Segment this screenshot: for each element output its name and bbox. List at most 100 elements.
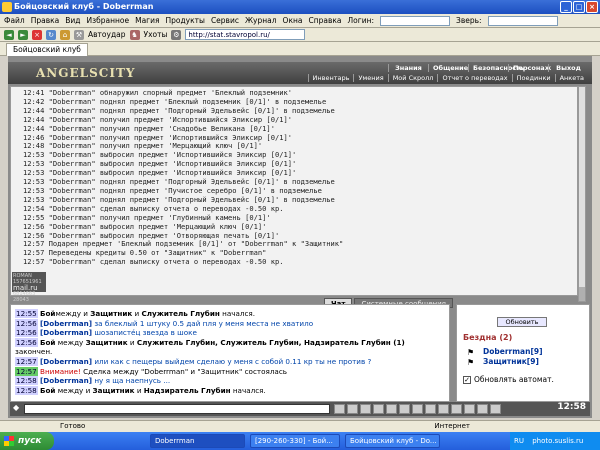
- status-text: Готово: [60, 422, 86, 430]
- nav-exit[interactable]: Выход: [548, 64, 588, 72]
- refresh-icon[interactable]: ↻: [46, 29, 56, 40]
- nav-knowledge[interactable]: Знания: [388, 64, 428, 72]
- nav-my-scroll[interactable]: Мой Скролл: [387, 74, 438, 82]
- chat-nick[interactable]: [Doberrman]: [40, 328, 92, 337]
- menu-edit[interactable]: Правка: [31, 16, 60, 25]
- chat-time[interactable]: 12:58: [15, 376, 38, 386]
- taskbar-item[interactable]: [290-260-330] - Бой...: [250, 434, 340, 448]
- chat-text: между и: [55, 385, 93, 395]
- chat-text: Бой: [40, 385, 56, 395]
- menu-favorites[interactable]: Избранное: [87, 16, 130, 25]
- nav-skills[interactable]: Умения: [353, 74, 387, 82]
- window-title: Бойцовский клуб - Doberrman: [14, 2, 154, 11]
- language-indicator[interactable]: RU: [514, 437, 524, 445]
- beast-input[interactable]: [487, 15, 558, 26]
- nav-character[interactable]: Персонаж: [508, 64, 551, 72]
- person-icon[interactable]: [399, 404, 410, 414]
- scroll-thumb[interactable]: [579, 287, 585, 301]
- chat-text: Служитель Глубин: [141, 309, 220, 318]
- maximize-button[interactable]: □: [573, 1, 585, 13]
- taskbar-item[interactable]: Бойцовский клуб - Do...: [345, 434, 440, 448]
- chat-time[interactable]: 12:57: [15, 356, 38, 366]
- chat-text: за блеклый 1 штуку 0.5 дай пля у меня ме…: [92, 318, 314, 328]
- counter-badges: ROMAN 157651961 mail.ru 6814663 28043: [12, 272, 46, 303]
- chat-nick[interactable]: [Doberrman]: [40, 376, 92, 385]
- login-input[interactable]: [380, 15, 451, 26]
- tab-fight-club[interactable]: Бойцовский клуб: [6, 43, 88, 56]
- nav-profile[interactable]: Анкета: [554, 74, 588, 82]
- menu-products[interactable]: Продукты: [166, 16, 205, 25]
- counter-line: 28043: [13, 297, 29, 303]
- nav-top: Знания Общение Безопасность Персонаж Вых…: [388, 64, 588, 72]
- settings-icon[interactable]: ⚙: [171, 29, 182, 40]
- nav-inventory[interactable]: Инвентарь: [307, 74, 354, 82]
- menu-service[interactable]: Сервис: [211, 16, 239, 25]
- tab-bar: Бойцовский клуб: [0, 42, 600, 56]
- send-icon[interactable]: [334, 404, 345, 414]
- chat-message: 12:55 Боймежду и Защитник и Служитель Гл…: [15, 309, 447, 319]
- nav-security[interactable]: Безопасность: [468, 64, 524, 72]
- person-icon[interactable]: [412, 404, 423, 414]
- forward-icon[interactable]: ►: [18, 29, 28, 40]
- autoudar-button[interactable]: Автоудар: [88, 30, 126, 39]
- system-tray: RU photo.suslis.ru: [510, 432, 600, 450]
- chat-time[interactable]: 12:58: [15, 385, 38, 395]
- menu-windows[interactable]: Окна: [283, 16, 303, 25]
- stop-icon[interactable]: ×: [32, 29, 42, 40]
- taskbar-item[interactable]: Doberrman: [150, 434, 245, 448]
- auto-refresh[interactable]: ✓ Обновлять автомат.: [463, 375, 554, 384]
- chat-nick[interactable]: [Doberrman]: [40, 319, 92, 328]
- clan-icon: ⚑: [467, 358, 475, 367]
- chat-time[interactable]: 12:56: [15, 318, 38, 328]
- menu-magic[interactable]: Магия: [135, 16, 159, 25]
- hand-icon[interactable]: [477, 404, 488, 414]
- status-bar: Готово Интернет: [0, 420, 600, 432]
- speaker-icon[interactable]: ◆: [13, 403, 19, 412]
- help-icon[interactable]: [490, 404, 501, 414]
- log-scrollbar[interactable]: [578, 86, 586, 302]
- chat-text: начался.: [230, 385, 266, 395]
- close-button[interactable]: ×: [586, 1, 598, 13]
- chat-text: Защитник: [92, 385, 135, 395]
- start-button[interactable]: пуск: [0, 432, 54, 450]
- menu-journal[interactable]: Журнал: [245, 16, 277, 25]
- sword-icon[interactable]: [425, 404, 436, 414]
- nav-bottom: Инвентарь Умения Мой Скролл Отчет о пере…: [307, 74, 588, 82]
- menu-view[interactable]: Вид: [65, 16, 80, 25]
- back-icon[interactable]: ◄: [4, 29, 14, 40]
- chat-time[interactable]: 12:55: [15, 309, 38, 318]
- nav-communication[interactable]: Общение: [428, 64, 468, 72]
- uxoty-button[interactable]: Ухоты: [144, 30, 168, 39]
- chat-input[interactable]: [24, 404, 330, 414]
- clear-icon[interactable]: [347, 404, 358, 414]
- chat-time[interactable]: 12:57: [15, 366, 38, 376]
- chat-message: 12:56 Бой между Защитник и Служитель Глу…: [15, 337, 447, 348]
- smiley-icon[interactable]: [373, 404, 384, 414]
- tools-icon[interactable]: [464, 404, 475, 414]
- beast-label: Зверь:: [456, 16, 482, 25]
- chat-message: закончен.: [15, 347, 447, 357]
- chat-text: Защитник: [85, 337, 128, 347]
- nav-fights[interactable]: Поединки: [511, 74, 555, 82]
- tools-icon[interactable]: ⚒: [74, 29, 84, 40]
- save-icon[interactable]: [386, 404, 397, 414]
- chat-nick[interactable]: [Doberrman]: [40, 357, 92, 366]
- home-icon[interactable]: ⌂: [60, 29, 70, 40]
- game-header: ANGELSCITY Знания Общение Безопасность П…: [8, 62, 592, 84]
- book-icon[interactable]: [438, 404, 449, 414]
- chat-text: Сделка между "Doberrman" и "Защитник" со…: [80, 366, 288, 376]
- menu-help[interactable]: Справка: [308, 16, 341, 25]
- auto-refresh-checkbox[interactable]: ✓: [463, 375, 471, 384]
- address-field[interactable]: http://stat.stavropol.ru/: [185, 29, 306, 40]
- minimize-button[interactable]: _: [560, 1, 572, 13]
- music-icon[interactable]: [451, 404, 462, 414]
- player-doberrman[interactable]: Doberrman[9]: [483, 347, 543, 356]
- nav-transfer-report[interactable]: Отчет о переводах: [437, 74, 511, 82]
- menu-file[interactable]: Файл: [4, 16, 25, 25]
- refresh-button[interactable]: Обновить: [497, 317, 547, 327]
- location-panel: Обновить Бездна (2) Doberrman[9] Защитни…: [456, 304, 590, 402]
- chat-time[interactable]: 12:56: [15, 328, 38, 338]
- chat-time[interactable]: 12:56: [15, 337, 38, 347]
- player-zashchitnik[interactable]: Защитник[9]: [483, 357, 539, 366]
- filter-icon[interactable]: [360, 404, 371, 414]
